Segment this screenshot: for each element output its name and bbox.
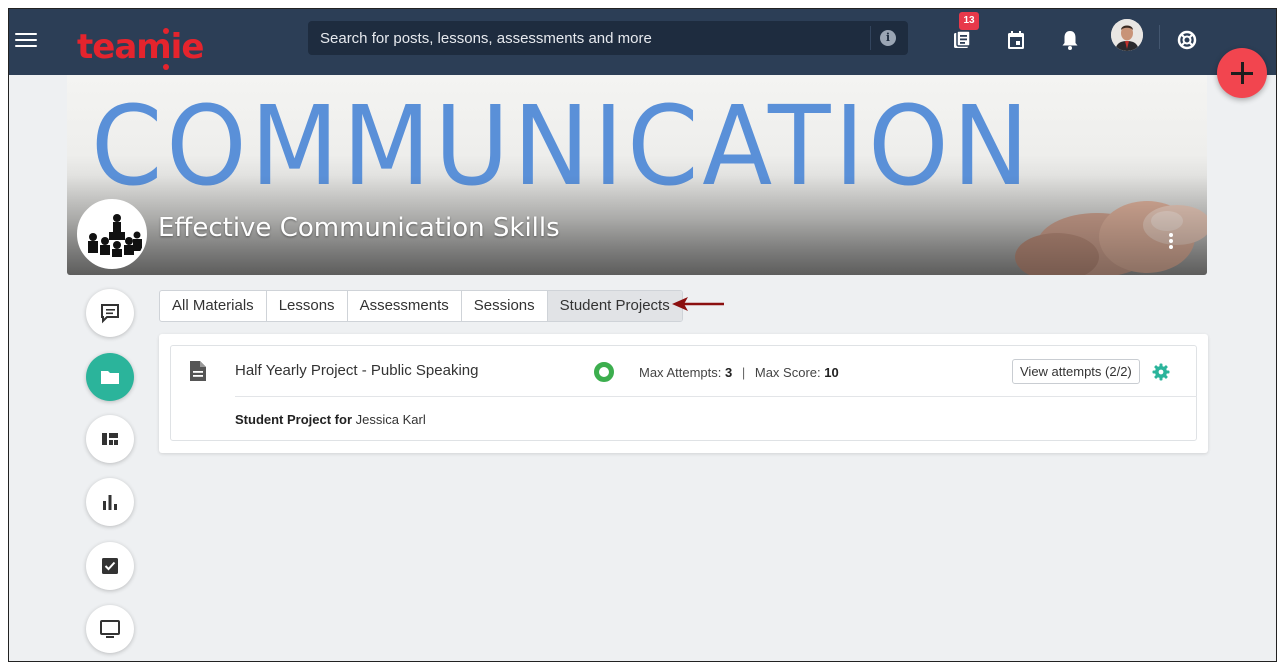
add-icon[interactable]	[1217, 48, 1267, 98]
rail-tasks-button[interactable]	[86, 542, 134, 590]
list-item: Half Yearly Project - Public Speaking Ma…	[170, 345, 1197, 441]
notifications-button[interactable]	[1048, 9, 1092, 75]
gear-icon[interactable]	[1152, 363, 1170, 381]
tab-assessments[interactable]: Assessments	[348, 291, 462, 321]
folder-icon	[101, 371, 119, 384]
student-project-owner: Student Project for Jessica Karl	[235, 412, 426, 427]
tab-lessons[interactable]: Lessons	[267, 291, 348, 321]
help-button[interactable]	[1165, 9, 1209, 75]
avatar[interactable]	[1111, 19, 1143, 51]
tab-student-projects[interactable]: Student Projects	[547, 291, 682, 321]
search-divider	[870, 26, 871, 50]
search-bar: i	[308, 21, 908, 55]
monitor-icon	[100, 620, 120, 638]
student-project-label: Student Project for	[235, 412, 353, 427]
help-lifebuoy-icon	[1177, 30, 1197, 50]
menu-icon[interactable]	[15, 29, 37, 51]
max-score-label: Max Score:	[754, 365, 821, 380]
bar-chart-icon	[103, 495, 117, 510]
material-meta: Max Attempts: 3 | Max Score: 10	[639, 365, 839, 380]
rail-analytics-button[interactable]	[86, 478, 134, 526]
rail-sessions-button[interactable]	[86, 605, 134, 653]
course-logo	[77, 199, 147, 269]
checkbox-icon	[102, 558, 118, 574]
logo-text: teamie	[77, 27, 204, 67]
calendar-button[interactable]	[994, 9, 1038, 75]
materials-panel: Half Yearly Project - Public Speaking Ma…	[159, 334, 1208, 453]
meta-separator: |	[741, 365, 746, 380]
calendar-icon	[1008, 31, 1024, 49]
discussion-icon	[101, 304, 119, 324]
course-banner: COMMUNICATION Effective Communication Sk…	[67, 75, 1207, 275]
status-indicator-icon	[594, 362, 614, 382]
rail-dashboard-button[interactable]	[86, 415, 134, 463]
tab-sessions[interactable]: Sessions	[462, 291, 548, 321]
header-divider	[1159, 25, 1160, 49]
bell-icon	[1062, 31, 1078, 50]
annotation-arrow	[672, 297, 724, 311]
rail-discussion-button[interactable]	[86, 289, 134, 337]
top-navigation-bar: teamie i 13	[9, 9, 1276, 75]
document-icon	[190, 361, 206, 381]
course-title: Effective Communication Skills	[158, 213, 560, 243]
view-attempts-button[interactable]: View attempts (2/2)	[1012, 359, 1140, 384]
more-options-icon[interactable]	[1167, 233, 1175, 253]
tab-all-materials[interactable]: All Materials	[160, 291, 267, 321]
search-input[interactable]	[308, 21, 868, 55]
news-feed-icon	[954, 30, 971, 48]
material-title-link[interactable]: Half Yearly Project - Public Speaking	[235, 362, 478, 379]
app-frame: teamie i 13	[8, 8, 1277, 662]
item-divider	[235, 396, 1197, 397]
course-logo-image	[79, 201, 145, 267]
notification-count-badge: 13	[959, 12, 979, 30]
dashboard-icon	[102, 433, 118, 445]
max-attempts-label: Max Attempts:	[639, 365, 722, 380]
max-attempts-value: 3	[725, 365, 733, 380]
max-score-value: 10	[824, 365, 839, 380]
info-icon[interactable]: i	[880, 30, 896, 46]
rail-materials-button[interactable]	[86, 353, 134, 401]
material-tabs: All Materials Lessons Assessments Sessio…	[159, 290, 683, 322]
student-name: Jessica Karl	[355, 412, 426, 427]
user-photo	[1111, 19, 1143, 51]
